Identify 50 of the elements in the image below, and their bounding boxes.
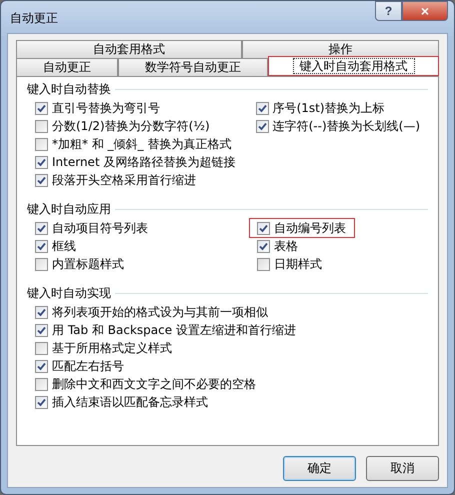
checkbox[interactable] [256,102,269,114]
checkbox-option[interactable]: 匹配左右括号 [35,357,132,375]
checkbox[interactable] [35,378,48,390]
checkbox-option[interactable]: *加粗* 和 _倾斜_ 替换为真正格式 [35,135,240,153]
checkbox-option[interactable]: 删除中文和西文文字之间不必要的空格 [35,375,264,393]
checkbox-option[interactable]: 日期样式 [257,255,330,273]
checkbox-option[interactable]: 将列表项开始的格式设为与其前一项相似 [35,303,276,321]
checkbox[interactable] [257,222,270,234]
dialog-button[interactable]: 确定 [283,456,356,481]
checkbox-option[interactable]: 连字符(--)替换为长划线(—) [256,117,428,135]
checkbox-option[interactable]: 用 Tab 和 Backspace 设置左缩进和首行缩进 [35,321,304,339]
checkbox-option[interactable]: 表格 [257,237,306,255]
checkbox[interactable] [35,258,48,270]
checkbox[interactable] [257,240,270,252]
checkbox-option[interactable]: 框线 [35,237,84,255]
tab[interactable]: 操作 [242,40,439,58]
tab[interactable]: 自动更正 [16,58,118,76]
help-button[interactable]: ? [375,1,402,21]
checkbox-option[interactable]: 自动项目符号列表 [35,219,156,237]
checkbox[interactable] [35,306,48,318]
checkbox-option[interactable]: 分数(1/2)替换为分数字符(½) [35,117,218,135]
checkbox[interactable] [35,102,48,114]
checkbox[interactable] [35,360,48,372]
checkbox-option[interactable]: Internet 及网络路径替换为超链接 [35,153,244,171]
checkbox[interactable] [257,258,270,270]
checkbox-option[interactable]: 序号(1st)替换为上标 [256,99,393,117]
checkbox-option[interactable]: 自动编号列表 [250,219,354,237]
tab[interactable]: 自动套用格式 [16,40,242,58]
checkbox[interactable] [35,222,48,234]
window-title: 自动更正 [10,10,58,27]
checkbox-option[interactable]: 段落开头空格采用首行缩进 [35,171,204,189]
checkbox[interactable] [35,138,48,150]
group-title: 键入时自动替换 [27,80,111,98]
group-title: 键入时自动应用 [27,200,111,218]
checkbox-option[interactable]: 基于所用格式定义样式 [35,339,180,357]
checkbox[interactable] [35,174,48,186]
checkbox-option[interactable]: 内置标题样式 [35,255,132,273]
checkbox[interactable] [35,324,48,336]
checkbox[interactable] [35,120,48,132]
checkbox[interactable] [35,342,48,354]
group-title: 键入时自动实现 [27,284,111,302]
checkbox[interactable] [35,156,48,168]
dialog-button[interactable]: 取消 [366,456,439,481]
checkbox-option[interactable]: 直引号替换为弯引号 [35,99,168,117]
tab[interactable]: 数学符号自动更正 [118,58,268,76]
checkbox[interactable] [35,396,48,408]
tab[interactable]: 键入时自动套用格式 [268,56,439,76]
checkbox[interactable] [256,120,269,132]
checkbox-option[interactable]: 插入结束语以匹配备忘录样式 [35,393,216,411]
checkbox[interactable] [35,240,48,252]
